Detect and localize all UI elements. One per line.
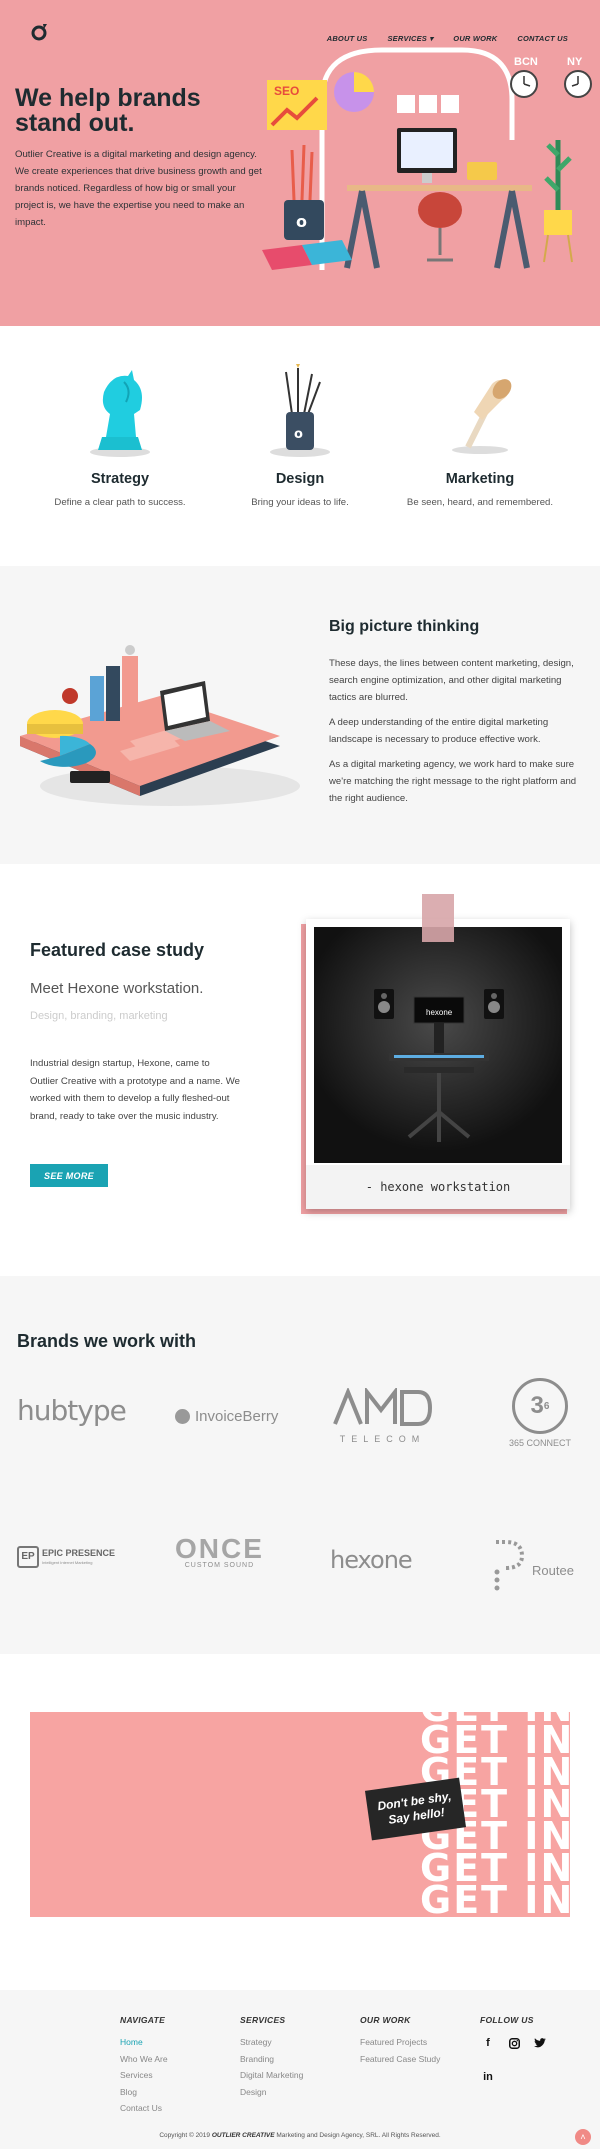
brand-logo-epic-presence: EP EPIC PRESENCE Intelligent Internet Ma… bbox=[17, 1546, 115, 1568]
footer-link-featured-projects[interactable]: Featured Projects bbox=[360, 2034, 440, 2051]
pencil-cup-icon: o bbox=[270, 364, 330, 457]
megaphone-icon bbox=[452, 379, 512, 454]
brand-invoiceberry-text: InvoiceBerry bbox=[195, 1408, 279, 1425]
big-picture-paragraph-2: A deep understanding of the entire digit… bbox=[329, 717, 549, 745]
clock-label-ny: NY bbox=[567, 56, 583, 68]
invoiceberry-mark bbox=[175, 1409, 190, 1424]
service-marketing-desc: Be seen, heard, and remembered. bbox=[406, 497, 554, 508]
hero-desk-illustration: SEO BCN NY o bbox=[262, 47, 592, 270]
svg-text:o: o bbox=[294, 427, 303, 442]
copyright-brand: OUTLIER CREATIVE bbox=[211, 2132, 275, 2139]
copyright-prefix: Copyright © 2019 bbox=[159, 2132, 211, 2139]
copyright-suffix: Marketing and Design Agency, SRL. All Ri… bbox=[276, 2132, 441, 2139]
once-subtext: CUSTOM SOUND bbox=[184, 1562, 255, 1569]
contact-cta-banner[interactable]: GET IN GET IN GET IN GET IN GET IN GET I… bbox=[30, 1712, 570, 1917]
get-in-line: GET IN bbox=[420, 1878, 570, 1917]
brand-logo-invoiceberry: InvoiceBerry bbox=[175, 1408, 278, 1425]
case-study-tags: Design, branding, marketing bbox=[30, 1010, 168, 1022]
amd-letters bbox=[333, 1386, 433, 1426]
footer-col-our-work: OUR WORK Featured Projects Featured Case… bbox=[360, 2015, 440, 2067]
footer-col-navigate: NAVIGATE Home Who We Are Services Blog C… bbox=[120, 2015, 168, 2117]
facebook-icon[interactable]: f bbox=[480, 2035, 496, 2051]
footer-link-featured-case-study[interactable]: Featured Case Study bbox=[360, 2051, 440, 2068]
case-study-description: Industrial design startup, Hexone, came … bbox=[30, 1058, 240, 1122]
hexone-screen-brand: hexone bbox=[426, 1008, 453, 1017]
polaroid-tape bbox=[422, 894, 454, 942]
case-study-title: Featured case study bbox=[30, 940, 205, 960]
brand-logo-routee: Routee bbox=[492, 1538, 574, 1592]
brand-logo-365-connect: 36 365 CONNECT bbox=[500, 1378, 580, 1448]
footer-heading-follow-us: FOLLOW US bbox=[480, 2015, 534, 2025]
once-mark: ONCE bbox=[175, 1533, 264, 1564]
instagram-icon[interactable] bbox=[506, 2035, 522, 2051]
hexone-workstation-photo: hexone bbox=[314, 927, 562, 1163]
back-to-top-button[interactable]: ˄ bbox=[575, 2129, 591, 2145]
footer-link-home[interactable]: Home bbox=[120, 2034, 168, 2051]
service-design-desc: Bring your ideas to life. bbox=[251, 497, 349, 508]
footer-link-who-we-are[interactable]: Who We Are bbox=[120, 2051, 168, 2068]
big-picture-paragraph-3: As a digital marketing agency, we work h… bbox=[329, 759, 577, 804]
brands-section: Brands we work with hubtype InvoiceBerry… bbox=[0, 1276, 600, 1654]
brand-routee-text: Routee bbox=[532, 1562, 574, 1578]
seo-sign-text: SEO bbox=[274, 84, 299, 98]
service-strategy-title: Strategy bbox=[90, 471, 150, 487]
footer-link-strategy[interactable]: Strategy bbox=[240, 2034, 303, 2051]
footer-link-design[interactable]: Design bbox=[240, 2084, 303, 2101]
hero-text: Outlier Creative is a digital marketing … bbox=[15, 149, 262, 228]
big-picture-paragraph-1: These days, the lines between content ma… bbox=[329, 658, 574, 703]
linkedin-icon[interactable]: in bbox=[480, 2069, 496, 2085]
twitter-icon[interactable] bbox=[532, 2035, 548, 2051]
contact-cta-section: GET IN GET IN GET IN GET IN GET IN GET I… bbox=[0, 1654, 600, 1990]
footer-heading-our-work: OUR WORK bbox=[360, 2015, 411, 2025]
routee-mark bbox=[494, 1540, 525, 1591]
footer-col-services: SERVICES Strategy Branding Digital Marke… bbox=[240, 2015, 303, 2100]
footer: NAVIGATE Home Who We Are Services Blog C… bbox=[0, 1990, 600, 2149]
see-more-button[interactable]: SEE MORE bbox=[30, 1164, 108, 1187]
big-picture-title: Big picture thinking bbox=[329, 618, 480, 635]
hero-section: ABOUT US SERVICES ▾ OUR WORK CONTACT US … bbox=[0, 0, 600, 326]
polaroid-caption: - hexone workstation bbox=[306, 1165, 570, 1209]
case-study-section: Featured case study Meet Hexone workstat… bbox=[0, 864, 600, 1276]
hero-title: We help brands stand out. bbox=[15, 84, 201, 137]
amd-telecom-subtext: TELECOM bbox=[339, 1434, 426, 1444]
footer-col-follow-us: FOLLOW US f in bbox=[480, 2015, 560, 2093]
outlier-logo[interactable] bbox=[30, 22, 50, 42]
service-strategy-desc: Define a clear path to success. bbox=[54, 497, 186, 508]
case-study-polaroid[interactable]: hexone - hexone workstation bbox=[306, 919, 570, 1209]
isometric-marketing-illustration bbox=[20, 645, 300, 806]
services-section: Strategy Define a clear path to success.… bbox=[0, 326, 600, 566]
brand-logo-once: ONCE CUSTOM SOUND bbox=[175, 1533, 264, 1570]
case-study-subtitle: Meet Hexone workstation. bbox=[30, 980, 204, 997]
chevron-up-icon: ˄ bbox=[580, 2132, 586, 2142]
brands-title: Brands we work with bbox=[17, 1331, 197, 1351]
footer-link-contact-us[interactable]: Contact Us bbox=[120, 2100, 168, 2117]
brand-logo-hubtype: hubtype bbox=[17, 1394, 127, 1427]
footer-heading-navigate: NAVIGATE bbox=[120, 2015, 166, 2025]
footer-link-digital-marketing[interactable]: Digital Marketing bbox=[240, 2067, 303, 2084]
brand-logo-hexone: hexone bbox=[330, 1546, 413, 1574]
ep-mark: EP bbox=[17, 1546, 39, 1568]
copyright-text: Copyright © 2019 OUTLIER CREATIVE Market… bbox=[0, 2132, 600, 2139]
service-design-title: Design bbox=[275, 471, 325, 487]
clock-label-bcn: BCN bbox=[514, 56, 538, 68]
service-marketing-title: Marketing bbox=[445, 471, 515, 487]
footer-link-branding[interactable]: Branding bbox=[240, 2051, 303, 2068]
brand-epic-presence-text: EPIC PRESENCE bbox=[42, 1548, 116, 1558]
footer-link-blog[interactable]: Blog bbox=[120, 2084, 168, 2101]
brand-logo-amd-telecom: TELECOM bbox=[330, 1386, 435, 1444]
social-links: f in bbox=[480, 2035, 560, 2093]
chess-knight-icon bbox=[90, 370, 150, 457]
footer-heading-services: SERVICES bbox=[240, 2015, 286, 2025]
svg-text:o: o bbox=[296, 212, 307, 231]
365-connect-subtext: 365 CONNECT bbox=[508, 1438, 571, 1448]
epic-presence-subtext: Intelligent Internet Marketing bbox=[42, 1560, 93, 1565]
footer-link-services[interactable]: Services bbox=[120, 2067, 168, 2084]
365-circle-mark: 36 bbox=[512, 1378, 568, 1434]
big-picture-section: Big picture thinking These days, the lin… bbox=[0, 566, 600, 864]
